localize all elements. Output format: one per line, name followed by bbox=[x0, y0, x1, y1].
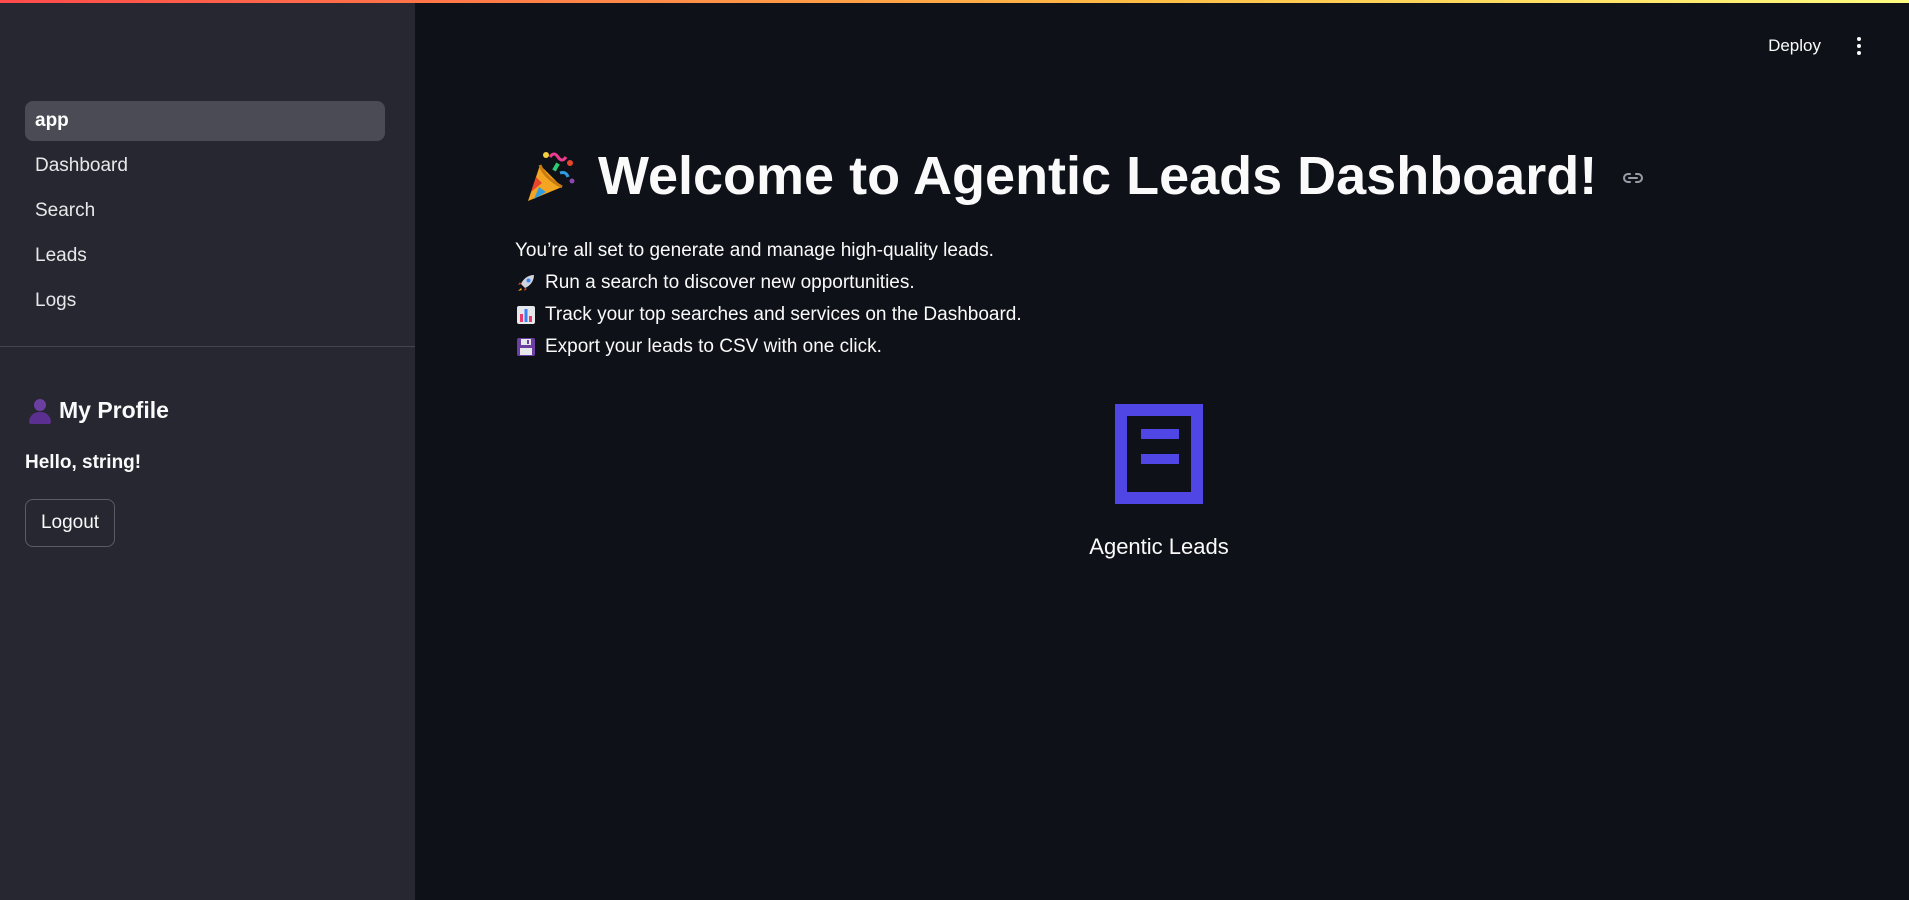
floppy-disk-icon bbox=[515, 336, 537, 358]
sidebar-item-leads[interactable]: Leads bbox=[25, 236, 385, 276]
logout-button[interactable]: Logout bbox=[25, 499, 115, 547]
bullet-text: Export your leads to CSV with one click. bbox=[545, 336, 882, 357]
list-item: Run a search to discover new opportuniti… bbox=[515, 267, 1022, 299]
page-title: Welcome to Agentic Leads Dashboard! bbox=[598, 146, 1598, 206]
greeting-text: Hello, string! bbox=[25, 452, 142, 473]
list-item: Export your leads to CSV with one click. bbox=[515, 331, 1022, 363]
bullet-text: Track your top searches and services on … bbox=[545, 304, 1022, 325]
bar-chart-icon bbox=[515, 304, 537, 326]
list-item: Track your top searches and services on … bbox=[515, 299, 1022, 331]
sidebar-item-app[interactable]: app bbox=[25, 101, 385, 141]
page-title-row: Welcome to Agentic Leads Dashboard! bbox=[522, 145, 1645, 207]
sidebar-nav: app Dashboard Search Leads Logs bbox=[25, 101, 385, 326]
link-anchor-icon[interactable] bbox=[1621, 166, 1645, 195]
party-popper-icon bbox=[522, 147, 580, 205]
profile-heading-text: My Profile bbox=[59, 397, 169, 423]
sidebar-item-logs[interactable]: Logs bbox=[25, 281, 385, 321]
logo-label: Agentic Leads bbox=[1089, 534, 1229, 559]
person-silhouette-icon bbox=[27, 398, 53, 424]
agentic-leads-logo bbox=[1115, 404, 1203, 504]
intro-block: You’re all set to generate and manage hi… bbox=[515, 235, 1022, 363]
top-decoration-bar bbox=[0, 0, 1909, 3]
profile-heading: My Profile bbox=[27, 397, 169, 424]
bullet-text: Run a search to discover new opportuniti… bbox=[545, 272, 915, 293]
sidebar-divider bbox=[0, 346, 415, 347]
rocket-icon bbox=[515, 272, 537, 294]
sidebar: app Dashboard Search Leads Logs My Profi… bbox=[0, 0, 415, 900]
main-content: Welcome to Agentic Leads Dashboard! You’… bbox=[415, 0, 1909, 900]
sidebar-item-dashboard[interactable]: Dashboard bbox=[25, 146, 385, 186]
sidebar-item-search[interactable]: Search bbox=[25, 191, 385, 231]
intro-text: You’re all set to generate and manage hi… bbox=[515, 240, 994, 261]
